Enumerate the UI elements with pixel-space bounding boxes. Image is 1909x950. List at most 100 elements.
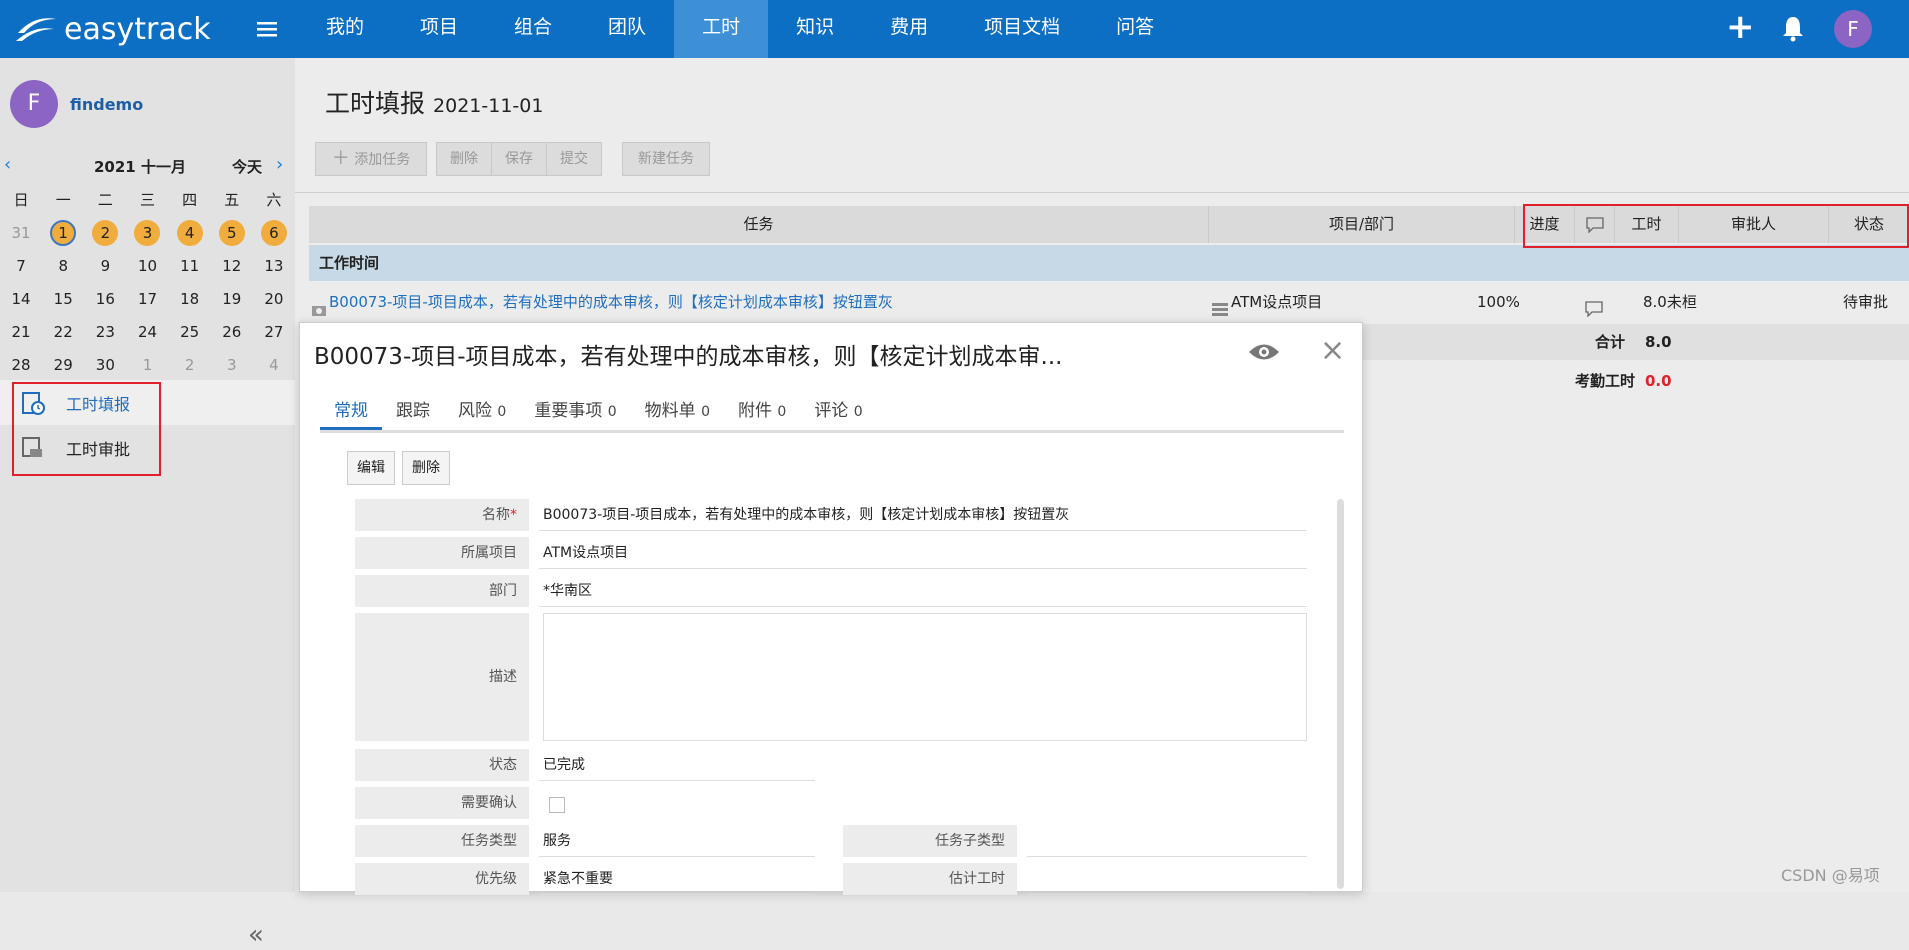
department-field[interactable]: *华南区 [539, 575, 1307, 607]
calendar-day[interactable]: 24 [126, 316, 168, 349]
user-profile[interactable]: F findemo [10, 80, 143, 128]
calendar-day[interactable]: 29 [42, 349, 84, 382]
nav-item-knowledge[interactable]: 知识 [768, 0, 862, 58]
calendar-day[interactable]: 3 [126, 217, 168, 250]
tab-tracking[interactable]: 跟踪 [382, 395, 444, 430]
chevron-left-icon[interactable]: ‹ [4, 154, 11, 175]
tab-count: 0 [777, 404, 787, 420]
calendar-day[interactable]: 23 [84, 316, 126, 349]
confirm-checkbox[interactable] [549, 797, 565, 813]
save-button[interactable]: 保存 [491, 142, 547, 176]
calendar-day[interactable]: 31 [0, 217, 42, 250]
attendance-label: 考勤工时 [1575, 372, 1636, 390]
collapse-sidebar-icon[interactable]: « [248, 920, 264, 950]
calendar-day[interactable]: 5 [211, 217, 253, 250]
nav-item-team[interactable]: 团队 [580, 0, 674, 58]
nav-item-timesheet[interactable]: 工时 [674, 0, 769, 58]
calendar-day[interactable]: 8 [42, 250, 84, 283]
calendar-day[interactable]: 17 [126, 283, 168, 316]
row-hours: 8.0未桓 [1643, 293, 1697, 311]
bell-icon[interactable] [1780, 14, 1806, 42]
nav-item-qa[interactable]: 问答 [1088, 0, 1182, 58]
calendar-day[interactable]: 4 [253, 349, 295, 382]
user-avatar[interactable]: F [1834, 10, 1872, 48]
eye-icon[interactable] [1247, 341, 1281, 363]
calendar-week: 21 22 23 24 25 26 27 [0, 316, 295, 349]
add-task-button[interactable]: ＋ 添加任务 [315, 142, 427, 176]
calendar-day[interactable]: 12 [211, 250, 253, 283]
priority-field[interactable]: 紧急不重要 [539, 863, 815, 895]
calendar-day[interactable]: 11 [169, 250, 211, 283]
today-button[interactable]: 今天 [232, 156, 262, 177]
calendar-day[interactable]: 13 [253, 250, 295, 283]
calendar-day[interactable]: 20 [253, 283, 295, 316]
calendar-day[interactable]: 15 [42, 283, 84, 316]
calendar-week: 28 29 30 1 2 3 4 [0, 349, 295, 382]
task-subtype-label: 任务子类型 [843, 825, 1017, 857]
tab-materials[interactable]: 物料单 0 [631, 395, 724, 430]
name-field[interactable]: B00073-项目-项目成本，若有处理中的成本审核，则【核定计划成本审核】按钮置… [539, 499, 1307, 531]
calendar-day[interactable]: 2 [169, 349, 211, 382]
calendar-day[interactable]: 21 [0, 316, 42, 349]
chevron-right-icon[interactable]: › [276, 154, 283, 175]
submit-button[interactable]: 提交 [546, 142, 602, 176]
nav-item-portfolio[interactable]: 组合 [486, 0, 580, 58]
delete-task-button[interactable]: 删除 [402, 451, 450, 485]
column-header-task[interactable]: 任务 [309, 206, 1209, 243]
calendar-day[interactable]: 25 [169, 316, 211, 349]
new-task-button[interactable]: 新建任务 [622, 142, 710, 176]
task-subtype-field[interactable] [1027, 825, 1307, 857]
nav-item-expenses[interactable]: 费用 [862, 0, 956, 58]
column-header-project[interactable]: 项目/部门 [1209, 206, 1515, 243]
estimate-hours-field[interactable] [1027, 863, 1307, 895]
menu-icon[interactable] [254, 16, 280, 42]
tab-comments[interactable]: 评论 0 [800, 395, 876, 430]
scrollbar[interactable] [1337, 499, 1344, 889]
calendar-day[interactable]: 27 [253, 316, 295, 349]
calendar-day[interactable]: 2 [84, 217, 126, 250]
calendar-day[interactable]: 9 [84, 250, 126, 283]
task-link[interactable]: B00073-项目-项目成本，若有处理中的成本审核，则【核定计划成本审核】按钮置… [329, 284, 893, 320]
calendar-day[interactable]: 7 [0, 250, 42, 283]
delete-button[interactable]: 删除 [436, 142, 492, 176]
nav-item-project-docs[interactable]: 项目文档 [956, 0, 1088, 58]
calendar-day[interactable]: 6 [253, 217, 295, 250]
calendar-day[interactable]: 1 [126, 349, 168, 382]
calendar-day[interactable]: 19 [211, 283, 253, 316]
calendar-day[interactable]: 14 [0, 283, 42, 316]
task-type-field[interactable]: 服务 [539, 825, 815, 857]
calendar-day[interactable]: 28 [0, 349, 42, 382]
tab-risk[interactable]: 风险 0 [444, 395, 520, 430]
table-row[interactable]: B00073-项目-项目成本，若有处理中的成本审核，则【核定计划成本审核】按钮置… [309, 284, 1909, 320]
calendar-day[interactable]: 26 [211, 316, 253, 349]
calendar-day[interactable]: 18 [169, 283, 211, 316]
calendar-day[interactable]: 3 [211, 349, 253, 382]
tab-general[interactable]: 常规 [320, 395, 382, 430]
description-textarea[interactable] [543, 613, 1307, 741]
close-icon[interactable]: × [1320, 333, 1345, 368]
tab-count: 0 [701, 404, 710, 420]
nav-item-mine[interactable]: 我的 [298, 0, 392, 58]
dialog-title: B00073-项目-项目成本，若有处理中的成本审核，则【核定计划成本审... [314, 344, 1063, 370]
easytrack-logo-icon [16, 18, 56, 41]
calendar-day[interactable]: 4 [169, 217, 211, 250]
highlight-box [1523, 204, 1909, 248]
calendar-day[interactable]: 10 [126, 250, 168, 283]
status-field[interactable]: 已完成 [539, 749, 815, 781]
edit-button[interactable]: 编辑 [347, 451, 395, 485]
add-task-label: 添加任务 [354, 152, 411, 168]
tab-count: 0 [853, 404, 863, 420]
tab-attachments[interactable]: 附件 0 [724, 395, 800, 430]
divider [295, 192, 1909, 193]
calendar-header: ‹ 2021 十一月 今天 › [0, 152, 295, 180]
tab-issues[interactable]: 重要事项 0 [520, 395, 630, 430]
calendar-day[interactable]: 16 [84, 283, 126, 316]
plus-icon[interactable]: + [1726, 10, 1755, 46]
tab-label: 跟踪 [396, 401, 430, 421]
nav-item-projects[interactable]: 项目 [392, 0, 486, 58]
project-field[interactable]: ATM设点项目 [539, 537, 1307, 569]
calendar-day[interactable]: 1 [42, 217, 84, 250]
calendar-day[interactable]: 30 [84, 349, 126, 382]
calendar-day[interactable]: 22 [42, 316, 84, 349]
logo[interactable]: easytrack [14, 8, 211, 50]
